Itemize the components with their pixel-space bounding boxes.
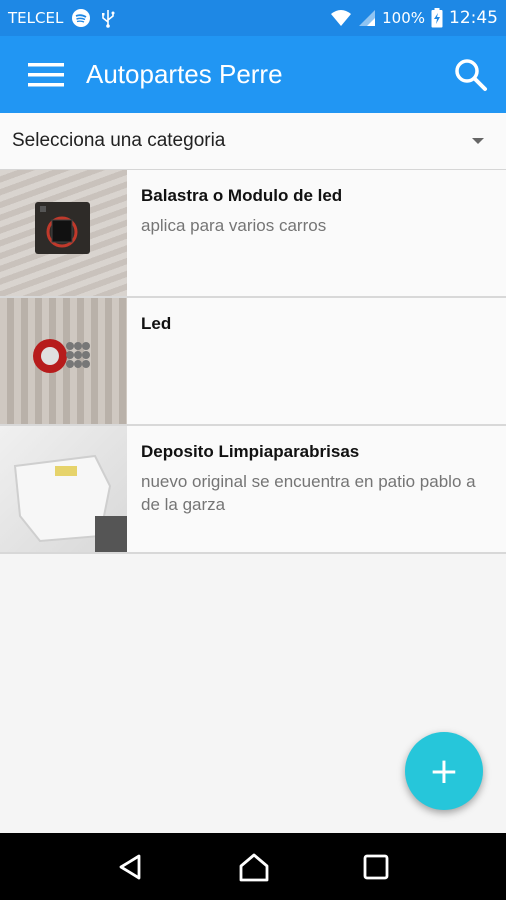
app-title: Autopartes Perre — [86, 59, 283, 89]
list-item[interactable]: Deposito Limpiaparabrisas nuevo original… — [0, 426, 506, 554]
spotify-icon — [71, 8, 91, 28]
wifi-icon — [330, 9, 352, 27]
item-title: Balastra o Modulo de led — [141, 186, 343, 205]
product-thumbnail — [0, 298, 127, 424]
usb-icon — [99, 8, 117, 28]
product-list: Balastra o Modulo de led aplica para var… — [0, 170, 506, 554]
battery-charging-icon — [431, 8, 443, 28]
back-icon[interactable] — [117, 853, 145, 881]
hamburger-menu-icon[interactable] — [28, 62, 64, 88]
dropdown-arrow-icon — [472, 138, 484, 144]
search-icon[interactable] — [454, 58, 488, 92]
item-title: Led — [141, 314, 172, 333]
add-product-button[interactable]: + — [405, 732, 483, 810]
product-thumbnail — [0, 170, 127, 296]
list-item[interactable]: Led — [0, 298, 506, 426]
list-item[interactable]: Balastra o Modulo de led aplica para var… — [0, 170, 506, 298]
category-selected-label: Selecciona una categoria — [12, 130, 226, 151]
clock: 12:45 — [449, 8, 498, 28]
battery-percent: 100% — [382, 9, 425, 27]
carrier-label: TELCEL — [8, 9, 64, 27]
item-subtitle: aplica para varios carros — [141, 216, 327, 235]
recents-icon[interactable] — [363, 854, 389, 880]
navigation-bar — [0, 833, 506, 900]
home-icon[interactable] — [238, 852, 270, 882]
signal-icon — [358, 9, 376, 27]
item-title: Deposito Limpiaparabrisas — [141, 442, 360, 461]
item-subtitle: nuevo original se encuentra en patio pab… — [141, 472, 476, 514]
product-thumbnail — [0, 426, 127, 552]
status-bar: TELCEL 100% 12:45 — [0, 0, 506, 36]
category-dropdown[interactable]: Selecciona una categoria — [0, 113, 506, 170]
app-bar: Autopartes Perre — [0, 36, 506, 113]
